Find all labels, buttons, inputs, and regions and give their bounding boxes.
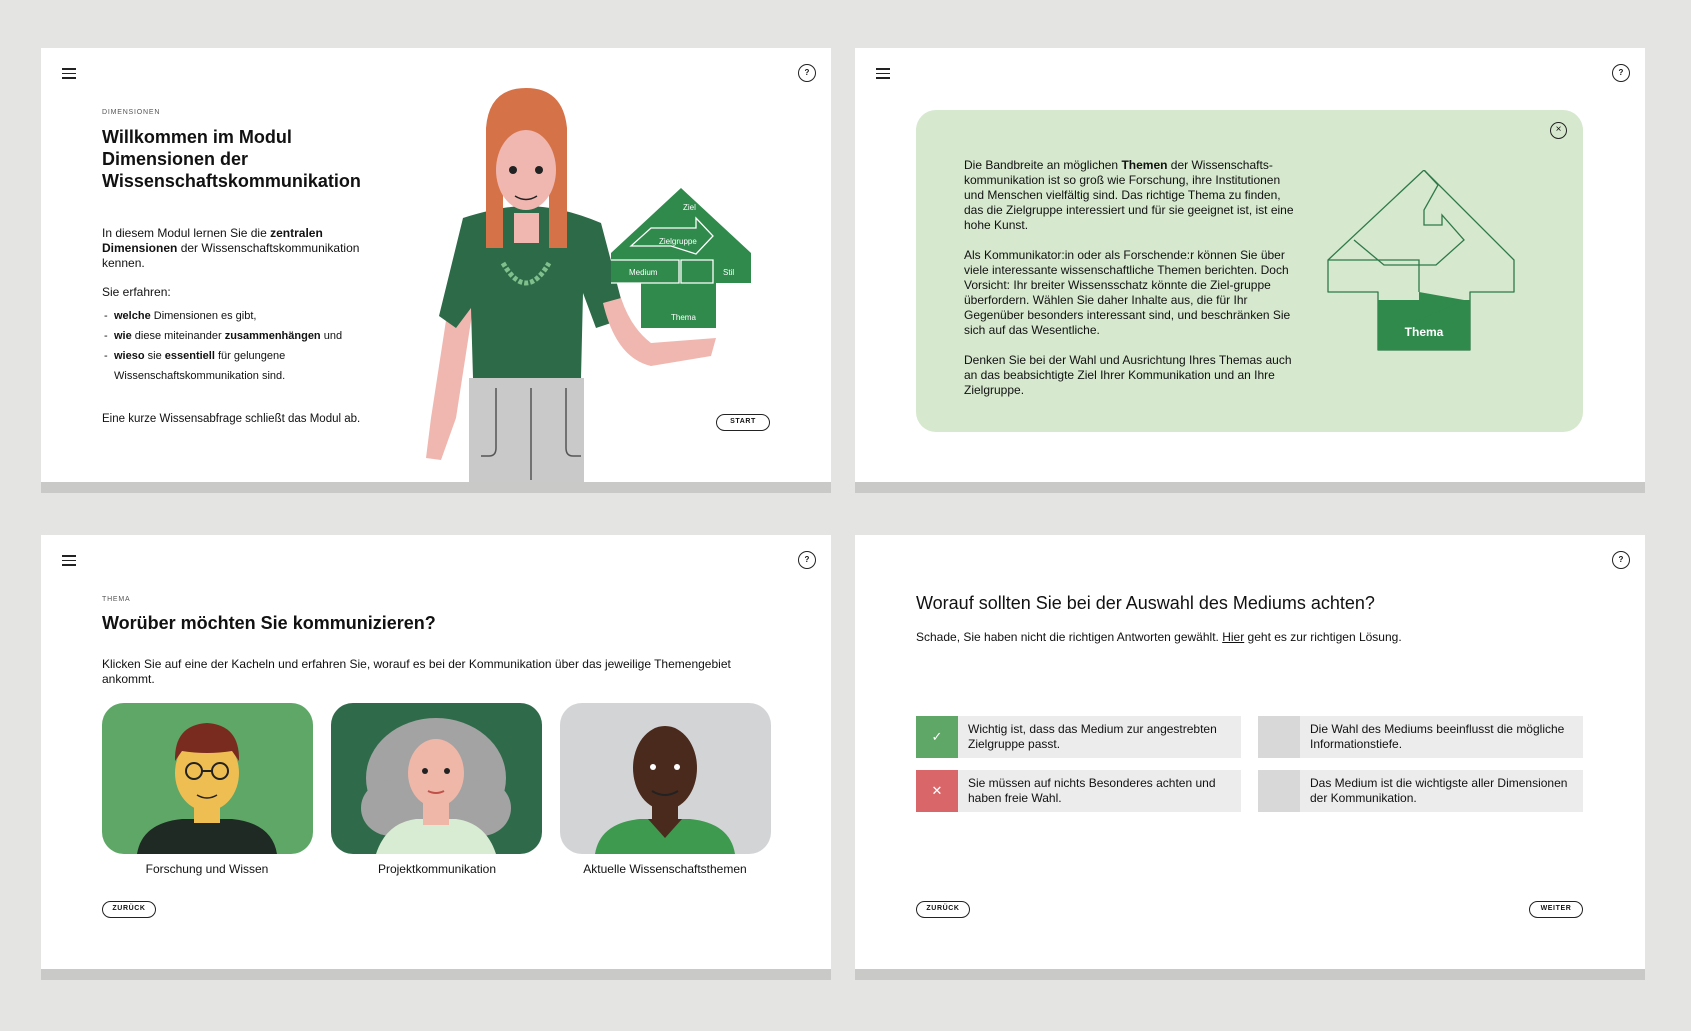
diagram-label-stil: Stil	[723, 268, 734, 277]
diagram-label-thema: Thema	[671, 313, 696, 322]
tile-label: Aktuelle Wissenschaftsthemen	[583, 862, 747, 876]
check-icon: ✓	[916, 716, 958, 758]
researcher-avatar	[137, 723, 277, 854]
menu-icon[interactable]	[62, 555, 76, 567]
progress-bar	[855, 969, 1645, 980]
info-paragraph: Die Bandbreite an möglichen Themen der W…	[964, 158, 1294, 232]
info-card: × Die Bandbreite an möglichen Themen der…	[916, 110, 1583, 432]
project-avatar	[361, 718, 511, 854]
tile-label: Projektkommunikation	[377, 862, 497, 876]
slide-welcome: ? DIMENSIONEN Willkommen im Modul Dimens…	[41, 48, 831, 493]
help-icon[interactable]: ?	[798, 551, 816, 569]
current-topics-avatar	[595, 726, 735, 854]
answer-option[interactable]: ✕ Sie müssen auf nichts Besonderes achte…	[916, 770, 1241, 812]
close-icon[interactable]: ×	[1550, 122, 1567, 139]
list-item: welche Dimensionen es gibt,	[102, 306, 372, 326]
page-title: Willkommen im Modul Dimensionen der Wiss…	[102, 126, 402, 192]
section-eyebrow: THEMA	[102, 596, 131, 603]
info-paragraph: Als Kommunikator:in oder als Forschende:…	[964, 248, 1291, 337]
help-icon[interactable]: ?	[1612, 551, 1630, 569]
learning-goals-list: welche Dimensionen es gibt, wie diese mi…	[102, 306, 372, 386]
diagram-label-ziel: Ziel	[683, 203, 696, 212]
title-line: Willkommen im Modul	[102, 127, 292, 147]
intro-text: Klicken Sie auf eine der Kacheln und erf…	[102, 657, 731, 686]
back-button[interactable]: ZURÜCK	[916, 901, 970, 918]
page-title: Worüber möchten Sie kommunizieren?	[102, 613, 436, 633]
list-item: wieso sie essentiell für gelungene Wisse…	[102, 346, 372, 386]
slide-quiz: ? Worauf sollten Sie bei der Auswahl des…	[855, 535, 1645, 980]
sie-erfahren-label: Sie erfahren:	[102, 285, 171, 299]
answer-text: Wichtig ist, dass das Medium zur angestr…	[968, 722, 1217, 751]
next-button[interactable]: WEITER	[1529, 901, 1583, 918]
answer-text: Sie müssen auf nichts Besonderes achten …	[968, 776, 1216, 805]
tile-aktuelle-themen[interactable]	[560, 703, 771, 854]
cross-icon: ✕	[916, 770, 958, 812]
thema-diagram: Thema	[1327, 170, 1515, 351]
progress-bar	[855, 482, 1645, 493]
help-icon[interactable]: ?	[798, 64, 816, 82]
back-button[interactable]: ZURÜCK	[102, 901, 156, 918]
answer-text: Die Wahl des Mediums beeinflusst die mög…	[1310, 722, 1565, 751]
diagram-label-medium: Medium	[629, 268, 658, 277]
outro-text: Eine kurze Wissensabfrage schließt das M…	[102, 413, 361, 425]
list-item: wie diese miteinander zusammenhängen und	[102, 326, 372, 346]
empty-mark	[1258, 770, 1300, 812]
help-icon[interactable]: ?	[1612, 64, 1630, 82]
slide-thema-choice: ? THEMA Worüber möchten Sie kommuniziere…	[41, 535, 831, 980]
menu-icon[interactable]	[876, 68, 890, 80]
answer-option[interactable]: ✓ Wichtig ist, dass das Medium zur anges…	[916, 716, 1241, 758]
title-line: Dimensionen der	[102, 149, 249, 169]
quiz-question: Worauf sollten Sie bei der Auswahl des M…	[916, 593, 1375, 613]
answer-option[interactable]: Die Wahl des Mediums beeinflusst die mög…	[1258, 716, 1583, 758]
solution-link[interactable]: Hier	[1222, 630, 1244, 644]
diagram-label-thema: Thema	[1405, 325, 1444, 339]
tile-projektkommunikation[interactable]	[331, 703, 542, 854]
slide-thema-info: ? × Die Bandbreite an möglichen Themen d…	[855, 48, 1645, 493]
section-eyebrow: DIMENSIONEN	[102, 109, 161, 116]
tile-forschung[interactable]	[102, 703, 313, 854]
quiz-feedback: Schade, Sie haben nicht die richtigen An…	[916, 630, 1402, 644]
title-line: Wissenschaftskommunikation	[102, 171, 361, 191]
empty-mark	[1258, 716, 1300, 758]
progress-bar	[41, 482, 831, 493]
diagram-label-zielgruppe: Zielgruppe	[659, 237, 697, 246]
answer-text: Das Medium ist die wichtigste aller Dime…	[1310, 776, 1568, 805]
info-paragraph: Denken Sie bei der Wahl und Ausrichtung …	[964, 353, 1292, 397]
intro-text: In diesem Modul lernen Sie die zentralen…	[102, 226, 360, 270]
menu-icon[interactable]	[62, 68, 76, 80]
info-text: Die Bandbreite an möglichen Themen der W…	[964, 158, 1294, 413]
presenter-illustration: Ziel Zielgruppe Medium Stil Thema	[426, 88, 751, 493]
progress-bar	[41, 969, 831, 980]
tile-label: Forschung und Wissen	[145, 862, 269, 876]
answer-option[interactable]: Das Medium ist die wichtigste aller Dime…	[1258, 770, 1583, 812]
